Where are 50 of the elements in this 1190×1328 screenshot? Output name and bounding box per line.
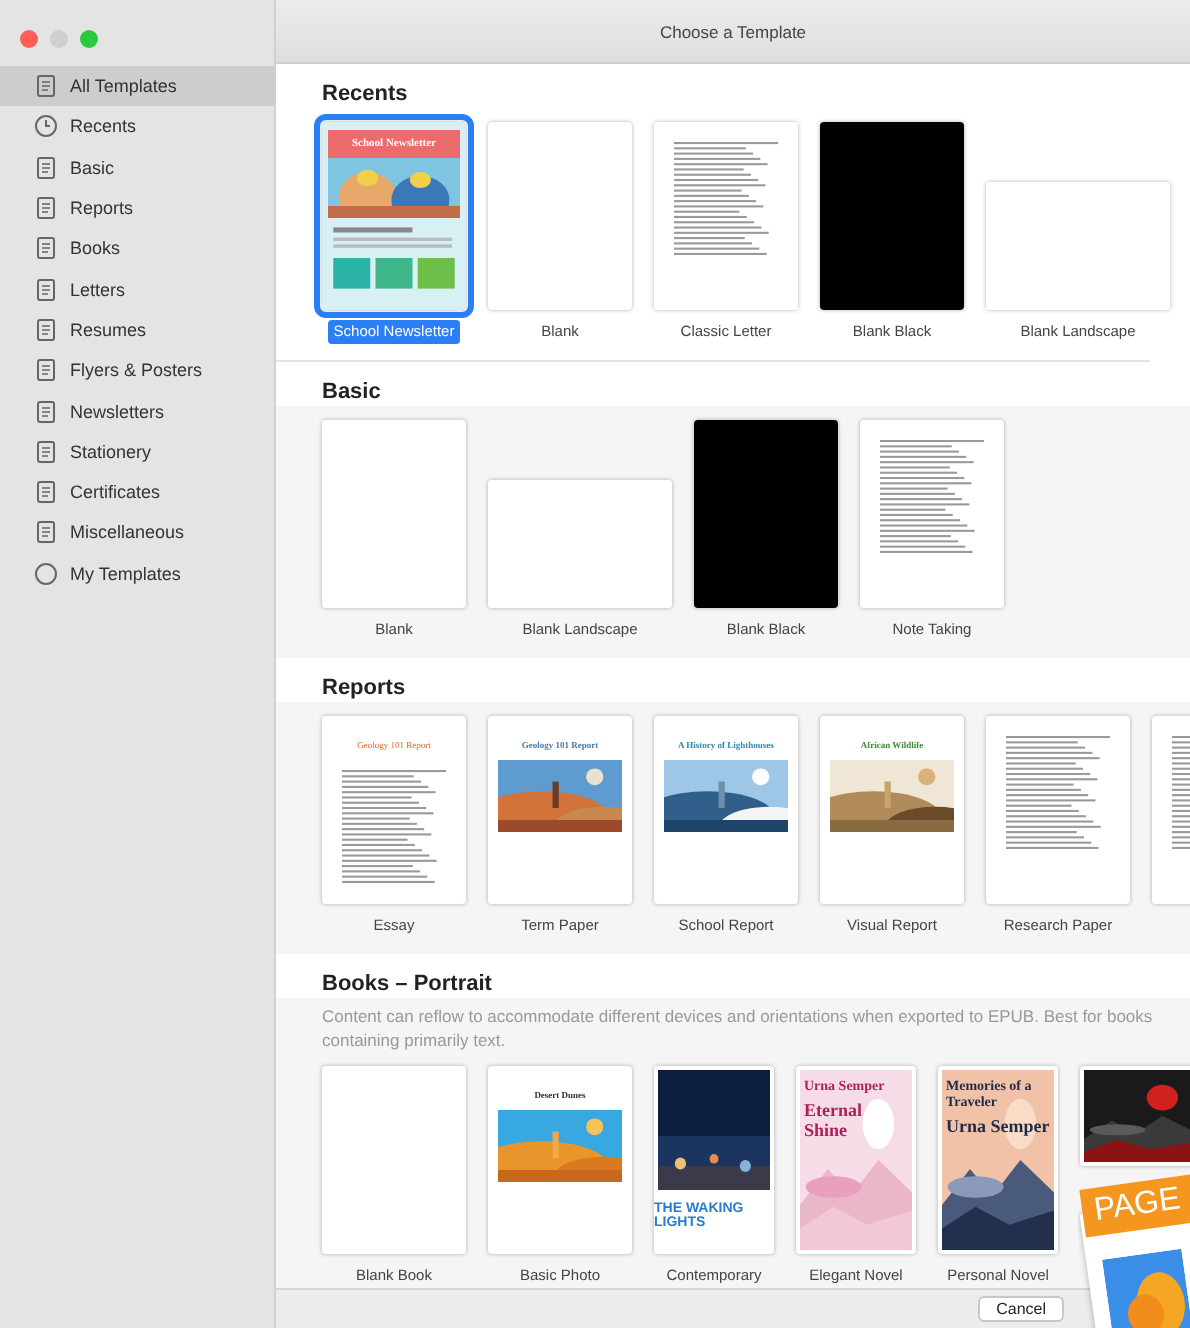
template-thumbnail[interactable] (488, 122, 632, 310)
sidebar-item[interactable]: Flyers & Posters (0, 350, 274, 391)
book-cover-text: Eternal Shine (804, 1100, 864, 1140)
flower-icon (1102, 1248, 1190, 1328)
category-icon (34, 399, 58, 424)
sidebar-item[interactable]: Stationery (0, 431, 274, 472)
sidebar-item[interactable]: Miscellaneous (0, 512, 274, 554)
sidebar-item[interactable]: Books (0, 228, 274, 269)
category-icon (34, 155, 58, 180)
template-thumbnail[interactable] (322, 420, 466, 608)
category-icon (34, 196, 58, 221)
sidebar-item[interactable]: My Templates (0, 553, 274, 594)
category-icon (34, 114, 58, 139)
sidebar-item[interactable]: Certificates (0, 471, 274, 513)
sidebar-item[interactable]: Basic (0, 147, 274, 188)
category-icon (34, 236, 58, 261)
window-title: Choose a Template (659, 21, 807, 41)
section-heading: Reports (322, 674, 408, 702)
close-button[interactable] (20, 30, 38, 48)
sidebar-item[interactable]: Recents (0, 106, 274, 148)
category-icon (34, 74, 58, 99)
category-icon (34, 317, 58, 342)
book-cover-text: Urna Semper (946, 1116, 1050, 1136)
sidebar-item[interactable]: All Templates (0, 66, 274, 107)
section-description: Content can reflow to accommodate different devices and orientations when exported to EPUB. Best for books containing primarily text. (322, 1004, 1155, 1052)
template-thumbnail[interactable] (860, 420, 1004, 608)
sidebar-item[interactable]: Resumes (0, 309, 274, 351)
category-icon (34, 480, 58, 505)
template-thumbnail[interactable] (694, 420, 838, 608)
template-thumbnail[interactable] (654, 122, 798, 310)
template-thumbnail[interactable] (820, 122, 964, 310)
section-heading: Books – Portrait (322, 970, 494, 998)
template-thumbnail[interactable] (986, 716, 1130, 904)
section-heading: Recents (322, 80, 410, 108)
template-thumbnail[interactable] (322, 1066, 466, 1254)
template-thumbnail[interactable] (986, 182, 1170, 310)
template-thumbnail[interactable] (1080, 1066, 1190, 1166)
cancel-button[interactable]: Cancel (978, 1296, 1064, 1322)
category-icon (34, 358, 58, 383)
category-icon (34, 277, 58, 302)
category-icon (34, 439, 58, 464)
sidebar-item[interactable]: Letters (0, 268, 274, 310)
sidebar-item[interactable]: Reports (0, 187, 274, 229)
category-icon (34, 520, 58, 545)
section-heading: Basic (322, 378, 383, 406)
newsletter-layout-drawing (328, 224, 460, 292)
category-icon (34, 561, 58, 586)
zoom-button[interactable] (80, 30, 98, 48)
template-thumbnail[interactable] (488, 480, 672, 608)
sidebar-item[interactable]: Newsletters (0, 390, 274, 432)
